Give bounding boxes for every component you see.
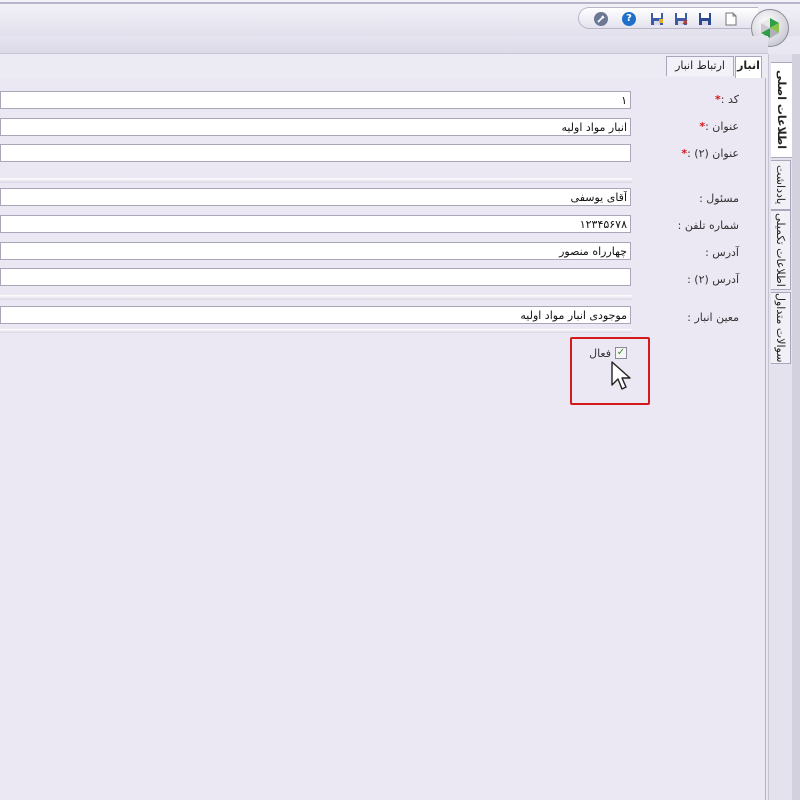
header-band (0, 36, 768, 54)
tools-icon[interactable] (593, 11, 609, 27)
save-icon[interactable] (697, 11, 713, 27)
tab-warehouse-item-link[interactable]: ارتباط انبار کالا (666, 56, 734, 90)
phone-field[interactable] (0, 215, 631, 233)
section-divider (0, 329, 632, 333)
side-tab-faq[interactable]: سوالات متداول (771, 292, 791, 364)
manager-field[interactable] (0, 188, 631, 206)
help-icon[interactable]: ? (621, 11, 637, 27)
title-label: عنوان :* (699, 120, 739, 133)
ledger-field[interactable] (0, 306, 631, 324)
top-divider (0, 2, 800, 4)
side-tab-extra-info[interactable]: اطلاعات تکمیلی (771, 210, 791, 290)
top-bar: ? (0, 0, 800, 47)
address2-field[interactable] (0, 268, 631, 286)
tab-bar: انبار ارتباط انبار کالا (0, 54, 768, 90)
phone-label: شماره تلفن : (677, 219, 739, 232)
address-field[interactable] (0, 242, 631, 260)
save-new-icon[interactable] (649, 11, 665, 27)
code-label: کد :* (715, 93, 739, 106)
code-field[interactable] (0, 91, 631, 109)
section-divider (0, 178, 632, 183)
address-label: آدرس : (705, 246, 739, 259)
side-tab-main-info[interactable]: اطلاعات اصلی (771, 62, 793, 158)
title2-field[interactable] (0, 144, 631, 162)
manager-label: مسئول : (699, 192, 739, 205)
side-tab-notes[interactable]: یادداشت (771, 160, 791, 210)
form-panel: کد :* عنوان :* عنوان (۲) :* مسئول : شمار… (0, 78, 766, 800)
address2-label: آدرس (۲) : (687, 273, 739, 286)
section-divider (0, 295, 632, 300)
toolbar: ? (578, 7, 758, 29)
tab-warehouse[interactable]: انبار (735, 56, 762, 78)
title2-label: عنوان (۲) :* (681, 147, 739, 160)
ledger-label: معین انبار : (687, 311, 739, 324)
new-document-icon[interactable] (723, 11, 739, 27)
title-field[interactable] (0, 118, 631, 136)
save-close-icon[interactable] (673, 11, 689, 27)
window-edge (792, 54, 800, 800)
mouse-cursor-icon (611, 361, 631, 390)
